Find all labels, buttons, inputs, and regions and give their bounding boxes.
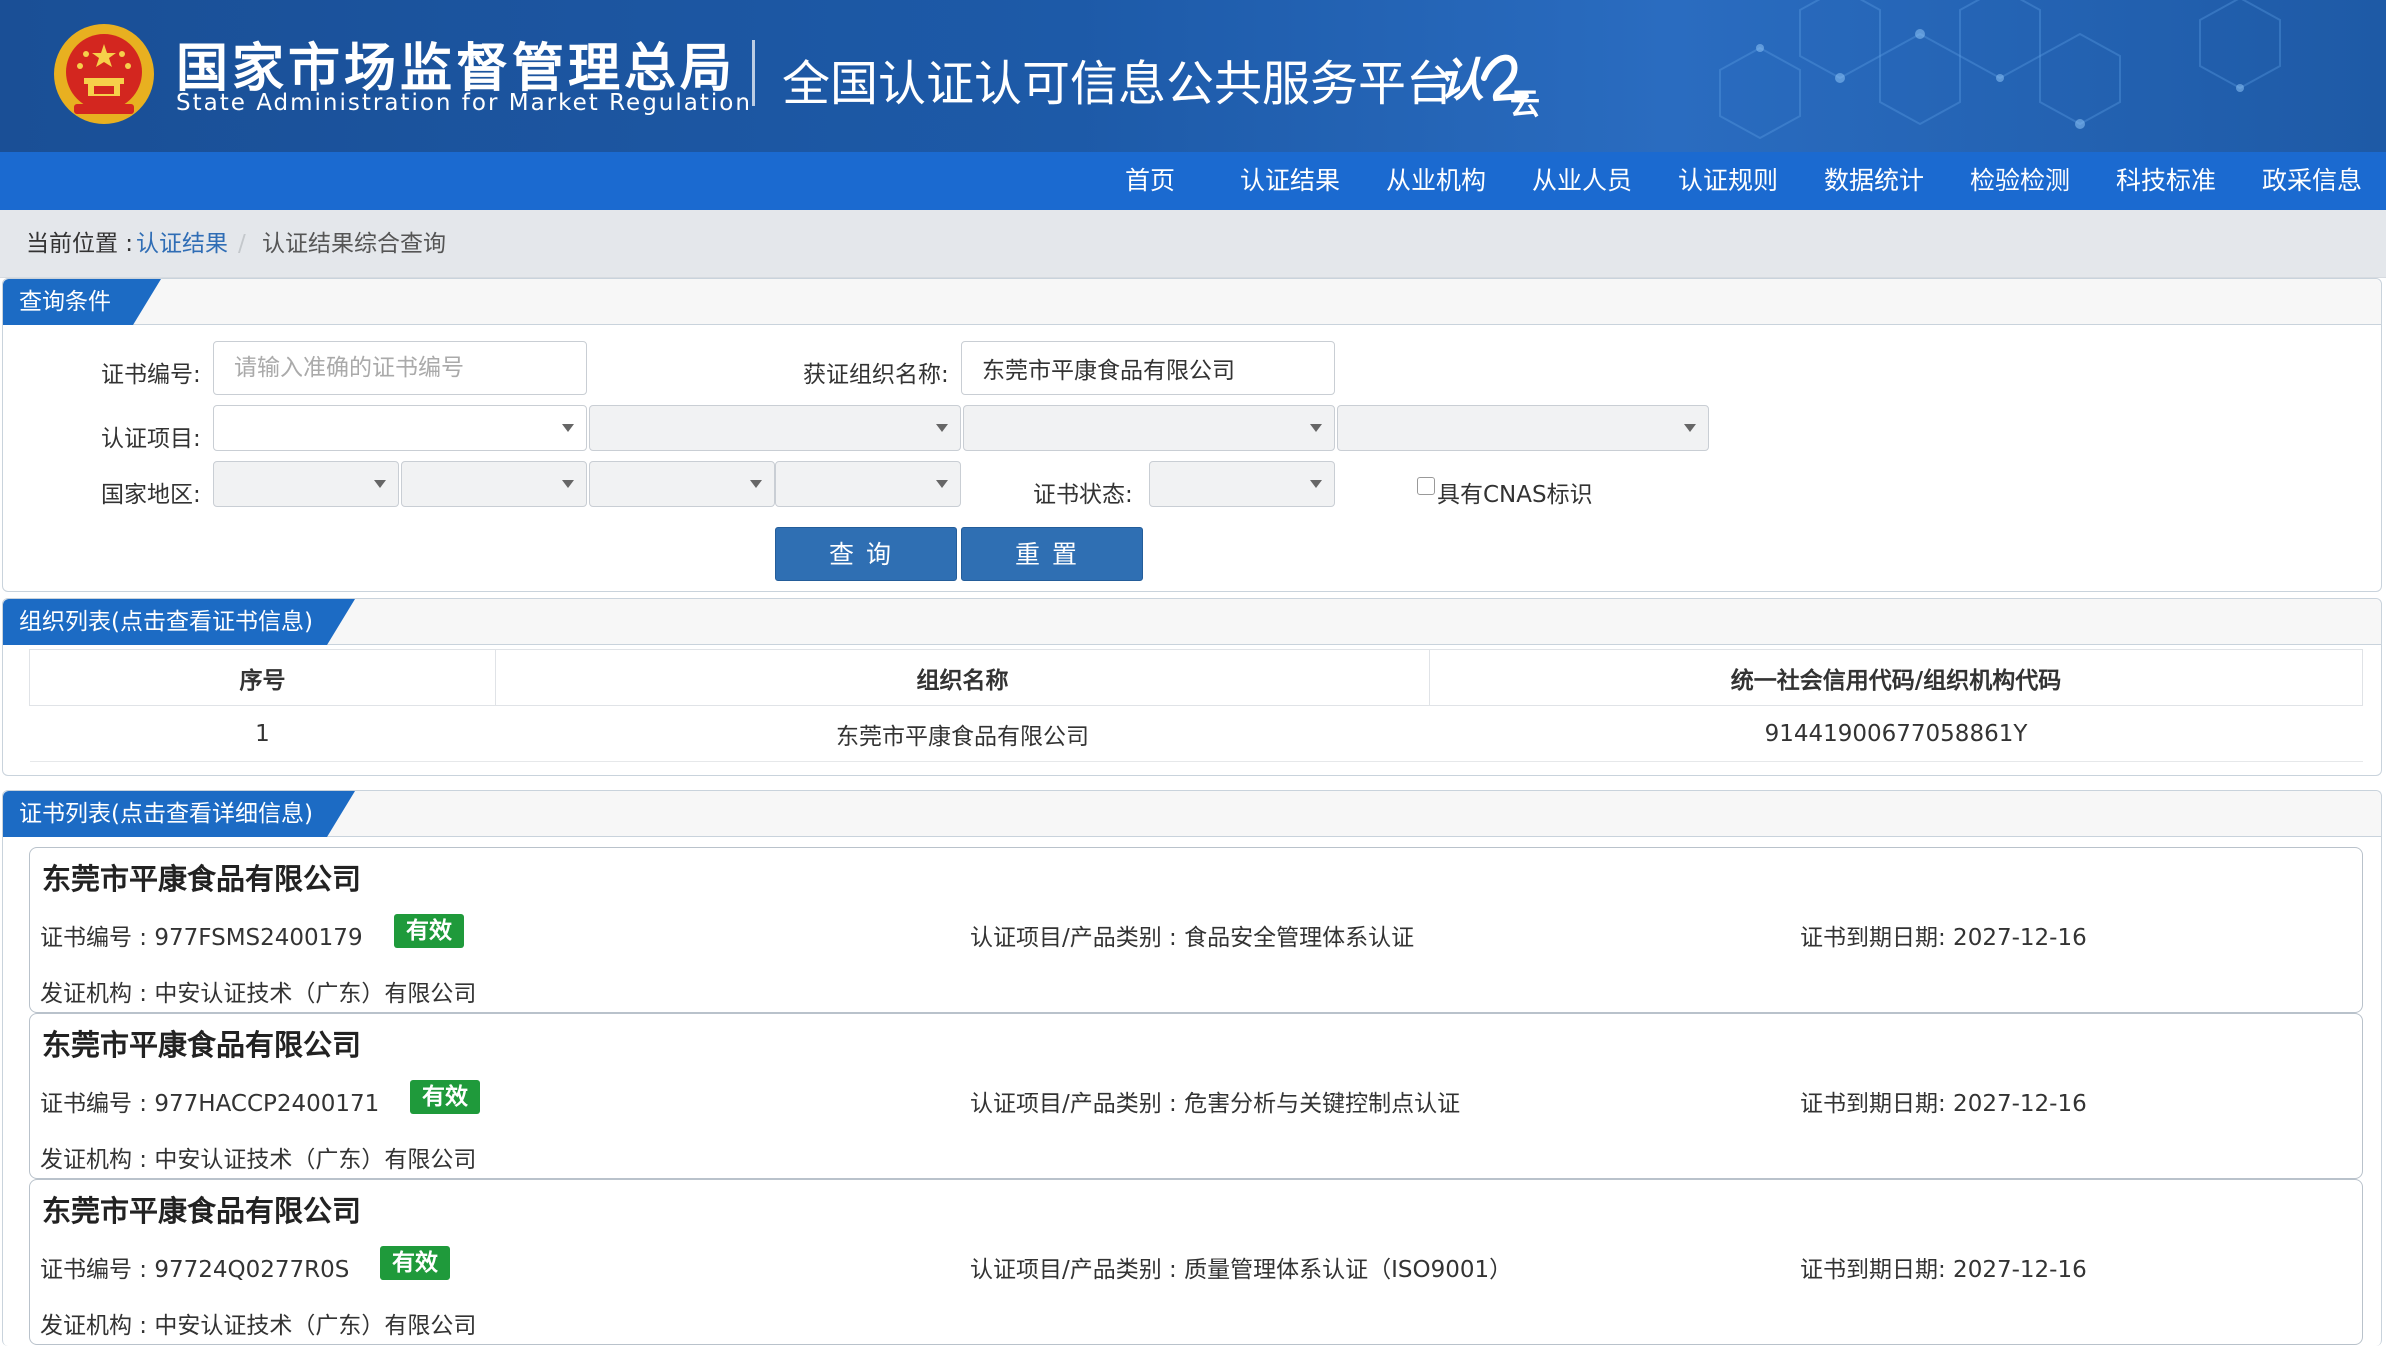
org-list-title: 组织列表(点击查看证书信息)	[3, 599, 355, 645]
col-header-index: 序号	[29, 649, 496, 706]
chevron-down-icon	[1684, 424, 1696, 432]
cert-number: 证书编号 : 977HACCP2400171	[40, 1091, 380, 1117]
nav-item-cert-results[interactable]: 认证结果	[1240, 152, 1340, 210]
breadcrumb-label: 当前位置 :	[26, 231, 134, 257]
cert-number: 证书编号 : 97724Q0277R0S	[40, 1257, 350, 1283]
chevron-down-icon	[562, 424, 574, 432]
search-button[interactable]: 查询	[775, 527, 957, 581]
cert-list-panel: 证书列表(点击查看详细信息) 东莞市平康食品有限公司 证书编号 : 977FSM…	[2, 790, 2382, 1346]
chevron-down-icon	[936, 424, 948, 432]
col-header-credit-code: 统一社会信用代码/组织机构代码	[1429, 649, 2363, 706]
nav-item-home[interactable]: 首页	[1118, 152, 1182, 210]
cert-status-select[interactable]	[1149, 461, 1335, 507]
agency-name-en: State Administration for Market Regulati…	[176, 90, 752, 116]
chevron-down-icon	[936, 480, 948, 488]
org-name: 东莞市平康食品有限公司	[495, 705, 1430, 762]
org-name-input[interactable]	[961, 341, 1335, 395]
region-select-3[interactable]	[589, 461, 775, 507]
org-list-header: 组织列表(点击查看证书信息)	[3, 599, 2381, 645]
org-credit-code: 91441900677058861Y	[1429, 705, 2363, 762]
col-header-org-name: 组织名称	[495, 649, 1430, 706]
nav-item-standards[interactable]: 科技标准	[2116, 152, 2216, 210]
org-table-header-row: 序号 组织名称 统一社会信用代码/组织机构代码	[29, 649, 2363, 706]
cnas-checkbox[interactable]	[1417, 477, 1435, 495]
project-select-2[interactable]	[589, 405, 961, 451]
cert-expiry: 证书到期日期: 2027-12-16	[1800, 1257, 2087, 1283]
region-select-1[interactable]	[213, 461, 399, 507]
svg-text:云: 云	[1510, 87, 1540, 118]
svg-text:认: 认	[1438, 53, 1484, 107]
cert-issuer: 发证机构 : 中安认证技术（广东）有限公司	[40, 981, 477, 1007]
breadcrumb-link-cert-results[interactable]: 认证结果	[136, 210, 228, 278]
org-list-panel: 组织列表(点击查看证书信息) 序号 组织名称 统一社会信用代码/组织机构代码 1…	[2, 598, 2382, 776]
nav-item-personnel[interactable]: 从业人员	[1532, 152, 1632, 210]
chevron-down-icon	[1310, 480, 1322, 488]
cert-org-name: 东莞市平康食品有限公司	[42, 1194, 362, 1228]
project-select-1[interactable]	[213, 405, 587, 451]
platform-title: 全国认证认可信息公共服务平台	[782, 56, 1455, 112]
query-panel-header: 查询条件	[3, 279, 2381, 325]
cert-list-header: 证书列表(点击查看详细信息)	[3, 791, 2381, 837]
nav-item-cert-rules[interactable]: 认证规则	[1678, 152, 1778, 210]
reset-button[interactable]: 重置	[961, 527, 1143, 581]
cnas-label: 具有CNAS标识	[1437, 482, 1593, 508]
chevron-down-icon	[1310, 424, 1322, 432]
main-nav: 首页 认证结果 从业机构 从业人员 认证规则 数据统计 检验检测 科技标准 政采…	[0, 152, 2386, 210]
cert-card[interactable]: 东莞市平康食品有限公司 证书编号 : 977HACCP2400171 有效 认证…	[29, 1013, 2363, 1179]
org-table: 序号 组织名称 统一社会信用代码/组织机构代码 1 东莞市平康食品有限公司 91…	[29, 649, 2363, 762]
cert-no-input[interactable]	[213, 341, 587, 395]
cert-org-name: 东莞市平康食品有限公司	[42, 1028, 362, 1062]
breadcrumb-current: 认证结果综合查询	[262, 231, 446, 257]
query-panel-title: 查询条件	[3, 279, 161, 325]
region-label: 国家地区:	[101, 482, 201, 508]
cert-project: 认证项目/产品类别 : 食品安全管理体系认证	[970, 925, 1415, 951]
nav-item-statistics[interactable]: 数据统计	[1824, 152, 1924, 210]
renyun-logo: 认 云	[1438, 53, 1540, 118]
cert-list-title: 证书列表(点击查看详细信息)	[3, 791, 355, 837]
cert-card[interactable]: 东莞市平康食品有限公司 证书编号 : 97724Q0277R0S 有效 认证项目…	[29, 1179, 2363, 1345]
cert-project: 认证项目/产品类别 : 危害分析与关键控制点认证	[970, 1091, 1461, 1117]
nav-item-institutions[interactable]: 从业机构	[1386, 152, 1486, 210]
region-select-2[interactable]	[401, 461, 587, 507]
cert-org-name: 东莞市平康食品有限公司	[42, 862, 362, 896]
title-divider	[752, 40, 755, 106]
cert-number: 证书编号 : 977FSMS2400179	[40, 925, 363, 951]
cert-project: 认证项目/产品类别 : 质量管理体系认证（ISO9001）	[970, 1257, 1513, 1283]
cert-issuer: 发证机构 : 中安认证技术（广东）有限公司	[40, 1313, 477, 1339]
cert-issuer: 发证机构 : 中安认证技术（广东）有限公司	[40, 1147, 477, 1173]
chevron-down-icon	[750, 480, 762, 488]
query-panel: 查询条件 证书编号: 获证组织名称: 认证项目: 国家地区: 证书状态: 具有C…	[2, 278, 2382, 592]
org-name-label: 获证组织名称:	[803, 362, 949, 388]
org-index: 1	[29, 705, 496, 762]
chevron-down-icon	[562, 480, 574, 488]
breadcrumb-separator: /	[238, 231, 246, 257]
cert-status-label: 证书状态:	[1033, 482, 1133, 508]
nav-item-procurement[interactable]: 政采信息	[2262, 152, 2362, 210]
nav-item-inspection[interactable]: 检验检测	[1970, 152, 2070, 210]
breadcrumb: 当前位置 : 认证结果 / 认证结果综合查询	[0, 210, 2386, 278]
region-select-4[interactable]	[775, 461, 961, 507]
status-badge: 有效	[394, 914, 464, 948]
table-row[interactable]: 1 东莞市平康食品有限公司 91441900677058861Y	[29, 705, 2363, 762]
cert-card[interactable]: 东莞市平康食品有限公司 证书编号 : 977FSMS2400179 有效 认证项…	[29, 847, 2363, 1013]
status-badge: 有效	[380, 1246, 450, 1280]
project-select-3[interactable]	[963, 405, 1335, 451]
cert-no-label: 证书编号:	[101, 362, 201, 388]
chevron-down-icon	[374, 480, 386, 488]
site-header: 国家市场监督管理总局 State Administration for Mark…	[0, 0, 2386, 152]
status-badge: 有效	[410, 1080, 480, 1114]
cert-expiry: 证书到期日期: 2027-12-16	[1800, 1091, 2087, 1117]
cert-project-label: 认证项目:	[101, 426, 201, 452]
project-select-4[interactable]	[1337, 405, 1709, 451]
cert-expiry: 证书到期日期: 2027-12-16	[1800, 925, 2087, 951]
national-emblem-icon	[54, 24, 154, 124]
